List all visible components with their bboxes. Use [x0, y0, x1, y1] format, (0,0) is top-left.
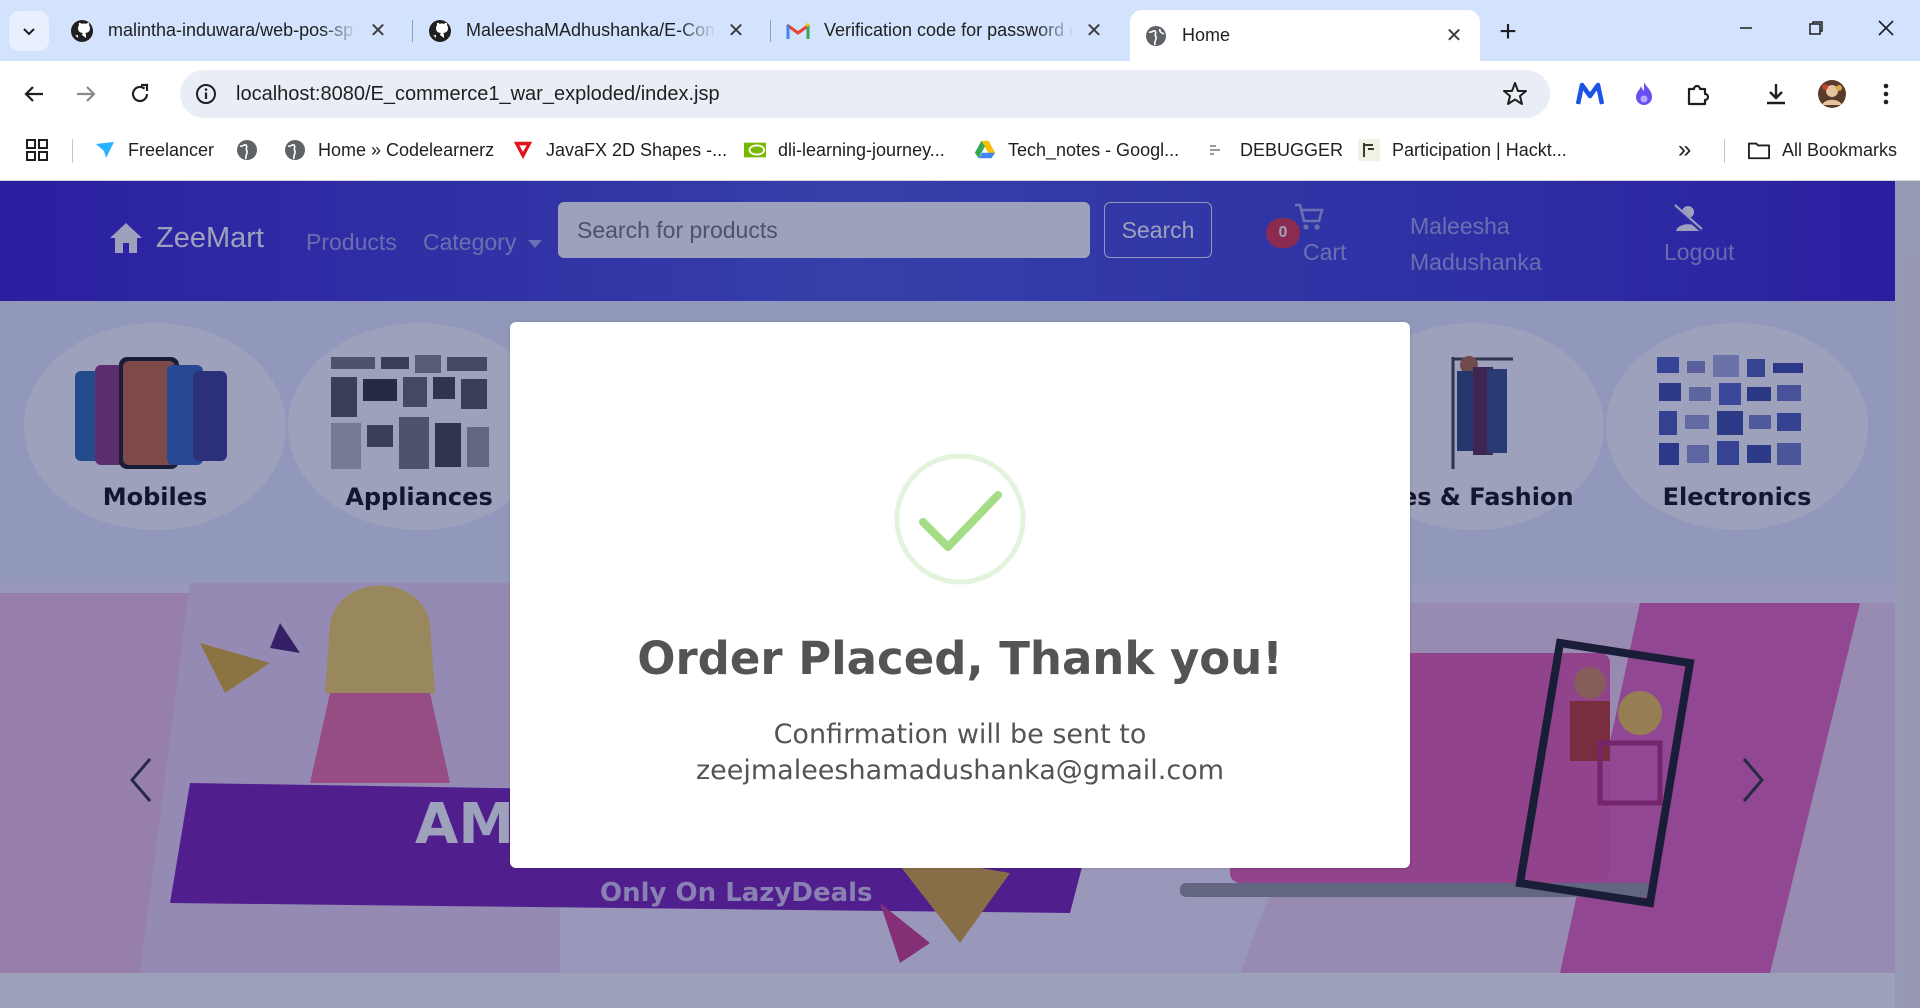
- restore-button[interactable]: [1796, 8, 1836, 48]
- apps-grid-icon: [26, 139, 48, 161]
- bookmark-debugger[interactable]: DEBUGGER: [1206, 127, 1343, 173]
- reload-button[interactable]: [120, 74, 160, 114]
- extensions-puzzle-icon[interactable]: [1682, 78, 1714, 110]
- bookmark-label: All Bookmarks: [1782, 139, 1898, 160]
- apps-grid-button[interactable]: [26, 127, 48, 173]
- bookmark-star-icon[interactable]: [1502, 81, 1528, 107]
- page-viewport: ZeeMart Products Category Search 0 Cart …: [0, 181, 1920, 1008]
- close-icon[interactable]: ✕: [724, 19, 748, 43]
- github-icon: [70, 19, 94, 43]
- close-window-button[interactable]: [1866, 8, 1906, 48]
- folder-icon: [1748, 139, 1770, 161]
- reload-icon: [131, 83, 149, 103]
- restore-icon: [1809, 21, 1823, 35]
- globe-icon: [284, 139, 306, 161]
- chevron-down-icon: [23, 28, 35, 36]
- tab-github-web-pos[interactable]: malintha-induwara/web-pos-sp ✕: [56, 10, 404, 51]
- bookmark-label: Freelancer: [128, 139, 215, 160]
- globe-icon: [1144, 24, 1168, 48]
- globe-icon: [236, 139, 258, 161]
- chevrons-right-icon: »: [1678, 136, 1692, 163]
- modal-message: Confirmation will be sent to zeejmaleesh…: [510, 717, 1410, 789]
- success-check-icon: [894, 453, 1026, 585]
- arrow-right-icon: [77, 86, 96, 102]
- tab-title: Home: [1182, 25, 1231, 45]
- bookmark-tech-notes[interactable]: Tech_notes - Googl...: [974, 127, 1179, 173]
- tab-title: MaleeshaMAdhushanka/E-Com: [466, 20, 716, 40]
- bookmark-separator: [72, 139, 73, 163]
- profile-avatar[interactable]: [1816, 78, 1848, 110]
- download-icon[interactable]: [1760, 78, 1792, 110]
- bookmarks-overflow-button[interactable]: »: [1678, 127, 1691, 173]
- address-bar[interactable]: localhost:8080/E_commerce1_war_exploded/…: [180, 70, 1550, 118]
- new-tab-button[interactable]: +: [1490, 14, 1526, 50]
- debugger-icon: [1206, 139, 1228, 161]
- forward-button[interactable]: [66, 74, 106, 114]
- browser-tab-strip: malintha-induwara/web-pos-sp ✕ MaleeshaM…: [0, 0, 1920, 61]
- tab-gmail[interactable]: Verification code for password c ✕: [772, 10, 1120, 51]
- modal-title: Order Placed, Thank you!: [637, 632, 1283, 685]
- gmail-icon: [786, 19, 810, 43]
- tab-title: malintha-induwara/web-pos-sp: [108, 20, 354, 40]
- bookmark-label: JavaFX 2D Shapes -...: [546, 139, 728, 160]
- order-confirmation-modal: Order Placed, Thank you! Confirmation wi…: [510, 322, 1410, 868]
- bookmark-javafx[interactable]: JavaFX 2D Shapes -...: [512, 127, 727, 173]
- tab-separator: [770, 20, 771, 42]
- bookmark-label: Home » Codelearnerz: [318, 139, 495, 160]
- tab-home-active[interactable]: Home ✕: [1130, 10, 1480, 61]
- back-button[interactable]: [14, 74, 54, 114]
- bookmark-separator: [1724, 139, 1725, 163]
- close-icon[interactable]: ✕: [1442, 24, 1466, 48]
- close-icon[interactable]: ✕: [1082, 19, 1106, 43]
- bookmark-hackathon[interactable]: Participation | Hackt...: [1358, 127, 1567, 173]
- bookmark-label: DEBUGGER: [1240, 139, 1344, 160]
- bookmark-freelancer[interactable]: Freelancer: [94, 127, 214, 173]
- url-text: localhost:8080/E_commerce1_war_exploded/…: [236, 83, 720, 105]
- triangle-icon: [512, 139, 534, 161]
- drive-icon: [974, 139, 996, 161]
- freelancer-icon: [94, 139, 116, 161]
- github-icon: [428, 19, 452, 43]
- tab-separator: [412, 20, 413, 42]
- bookmarks-bar: Freelancer Home » Codelearnerz JavaFX 2D…: [0, 127, 1920, 181]
- confirmation-email: zeejmaleeshamadushanka@gmail.com: [695, 755, 1225, 786]
- tab-github-ecom[interactable]: MaleeshaMAdhushanka/E-Com ✕: [414, 10, 762, 51]
- bookmark-label: dli-learning-journey...: [778, 139, 945, 160]
- bookmark-globe[interactable]: [236, 127, 270, 173]
- bookmark-label: Participation | Hackt...: [1392, 139, 1567, 160]
- hackathon-icon: [1358, 139, 1380, 161]
- extension-flame-icon[interactable]: [1628, 78, 1660, 110]
- tab-title: Verification code for password c: [824, 20, 1074, 40]
- arrow-left-icon: [24, 86, 43, 102]
- close-icon: [1878, 20, 1894, 36]
- nvidia-icon: [744, 139, 766, 161]
- bookmark-codelearnerz[interactable]: Home » Codelearnerz: [284, 127, 494, 173]
- close-icon[interactable]: ✕: [366, 19, 390, 43]
- tab-search-button[interactable]: [9, 11, 49, 51]
- all-bookmarks-button[interactable]: All Bookmarks: [1748, 127, 1897, 173]
- minimize-button[interactable]: [1726, 8, 1766, 48]
- browser-toolbar: localhost:8080/E_commerce1_war_exploded/…: [0, 61, 1920, 127]
- extension-m-icon[interactable]: [1574, 78, 1606, 110]
- minimize-icon: [1740, 27, 1752, 29]
- confirmation-line: Confirmation will be sent to: [773, 719, 1147, 750]
- bookmark-label: Tech_notes - Googl...: [1008, 139, 1180, 160]
- info-icon[interactable]: [194, 82, 218, 106]
- bookmark-dli-learning[interactable]: dli-learning-journey...: [744, 127, 945, 173]
- menu-kebab-icon[interactable]: [1870, 78, 1902, 110]
